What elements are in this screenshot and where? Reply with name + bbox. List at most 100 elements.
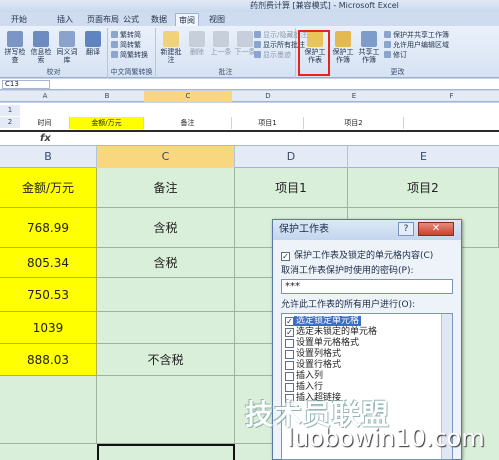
tab-insert[interactable]: 插入 [54,13,76,26]
permission-checkbox[interactable] [285,361,294,370]
col-header-e[interactable]: E [304,91,404,102]
share-workbook-button[interactable]: 共享工作簿 [356,31,382,64]
research-button[interactable]: 信息检索 [28,31,54,64]
group-label-comments: 批注 [218,68,233,76]
cell-amount[interactable]: 1039 [0,312,97,344]
cell-note-header[interactable]: 备注 [144,117,232,129]
cell-note[interactable] [97,312,235,344]
permission-item-selected[interactable]: 选定锁定单元格 [294,316,362,326]
permission-item[interactable]: 设置行格式 [296,360,341,370]
convert-icon [111,41,118,48]
col-header-e-large[interactable]: E [348,146,499,168]
permission-checkbox[interactable] [285,372,294,381]
help-button[interactable]: ? [398,222,414,236]
trad-to-simp-button[interactable]: 繁转简 [111,31,141,40]
protect-and-share-button[interactable]: 保护并共享工作簿 [384,31,449,40]
comment-icon [254,31,261,38]
tab-formulas[interactable]: 公式 [120,13,142,26]
cell-note-header-large[interactable]: 备注 [97,168,235,208]
cell-amount-header[interactable]: 金额/万元 [70,117,144,129]
spelling-button[interactable]: 拼写检查 [2,31,28,64]
col-header-c-large[interactable]: C [97,146,235,168]
permission-checkbox[interactable]: ✓ [285,328,294,337]
track-changes-button[interactable]: 修订 [384,51,407,60]
column-headers-top: A B C D E F [0,91,499,102]
cell-item2-header-large[interactable]: 项目2 [348,168,499,208]
allow-edit-ranges-button[interactable]: 允许用户编辑区域 [384,41,449,50]
next-comment-icon [237,31,253,47]
conversion-button[interactable]: 简繁转换 [111,51,148,60]
active-cell-c13[interactable] [97,444,235,460]
cell-empty[interactable] [97,376,235,444]
track-changes-icon [384,51,391,58]
col-header-b[interactable]: B [70,91,144,102]
ribbon: 拼写检查 信息检索 同义词库 翻译 校对 繁转简 简转繁 简繁转换 中文简繁转换… [0,26,499,78]
col-header-c[interactable]: C [144,91,232,102]
col-header-d-large[interactable]: D [235,146,348,168]
protect-workbook-button[interactable]: 保护工作簿 [330,31,356,64]
comment-icon [254,41,261,48]
password-label: 取消工作表保护时使用的密码(P): [281,266,414,276]
previous-comment-icon [213,31,229,47]
spelling-icon [7,31,23,47]
convert-icon [111,51,118,58]
col-header-d[interactable]: D [232,91,304,102]
close-button[interactable]: ✕ [418,222,454,236]
cell-note[interactable] [97,278,235,312]
tab-home[interactable]: 开始 [8,13,30,26]
share-icon [361,31,377,47]
name-box[interactable]: C13 [2,80,50,89]
protect-share-icon [384,31,391,38]
cell-amount[interactable]: 805.34 [0,248,97,278]
cell-item2-header[interactable]: 项目2 [304,117,404,129]
lock-workbook-icon [335,31,351,47]
simp-to-trad-button[interactable]: 简转繁 [111,41,141,50]
tab-data[interactable]: 数据 [148,13,170,26]
row-number-2[interactable]: 2 [0,117,20,128]
permission-item[interactable]: 选定未锁定的单元格 [296,327,377,337]
cell-note[interactable]: 含税 [97,208,235,248]
tab-view[interactable]: 视图 [206,13,228,26]
protect-contents-checkbox[interactable]: ✓ [281,252,290,261]
cell-item1-header[interactable]: 项目1 [232,117,304,129]
col-header-f[interactable]: F [404,91,499,102]
translate-button[interactable]: 翻译 [80,31,106,56]
permission-checkbox[interactable]: ✓ [285,317,294,326]
permission-checkbox[interactable] [285,383,294,392]
col-header-a[interactable]: A [20,91,70,102]
password-input[interactable]: *** [281,279,453,294]
col-header-b-large[interactable]: B [0,146,97,168]
protect-sheet-highlight [298,30,330,76]
permission-item[interactable]: 插入行 [296,382,323,392]
show-ink-button[interactable]: 显示墨迹 [254,51,291,60]
cell-time[interactable]: 时间 [20,117,70,129]
tab-page-layout[interactable]: 页面布局 [84,13,122,26]
new-comment-icon [163,31,179,47]
protect-contents-label: 保护工作表及锁定的单元格内容(C) [294,251,434,261]
permission-checkbox[interactable] [285,339,294,348]
new-comment-button[interactable]: 新建批注 [158,31,184,64]
cell-note[interactable]: 含税 [97,248,235,278]
row-number-1[interactable]: 1 [0,105,20,116]
previous-comment-button[interactable]: 上一条 [208,31,234,56]
translate-icon [85,31,101,47]
group-chinese-conversion: 繁转简 简转繁 简繁转换 中文简繁转换 [108,28,156,78]
permission-item[interactable]: 插入列 [296,371,323,381]
delete-comment-icon [189,31,205,47]
cell-amount[interactable]: 750.53 [0,278,97,312]
group-comments: 新建批注 删除 上一条 下一条 显示/隐藏批注 显示所有批注 显示墨迹 批注 [156,28,307,78]
cell-amount[interactable]: 888.03 [0,344,97,376]
permission-item[interactable]: 设置单元格格式 [296,338,359,348]
cell-item1-header-large[interactable]: 项目1 [235,168,348,208]
delete-comment-button[interactable]: 删除 [184,31,210,56]
cell-amount[interactable]: 768.99 [0,208,97,248]
permission-item[interactable]: 设置列格式 [296,349,341,359]
tab-review[interactable]: 审阅 [175,13,199,26]
thesaurus-button[interactable]: 同义词库 [54,31,80,64]
cell-amount-header-large[interactable]: 金额/万元 [0,168,97,208]
cell-note[interactable]: 不含税 [97,344,235,376]
cell-empty[interactable] [0,376,97,444]
group-label-chinese-conversion: 中文简繁转换 [110,68,153,76]
function-icon[interactable]: fx [40,133,51,144]
permission-checkbox[interactable] [285,350,294,359]
